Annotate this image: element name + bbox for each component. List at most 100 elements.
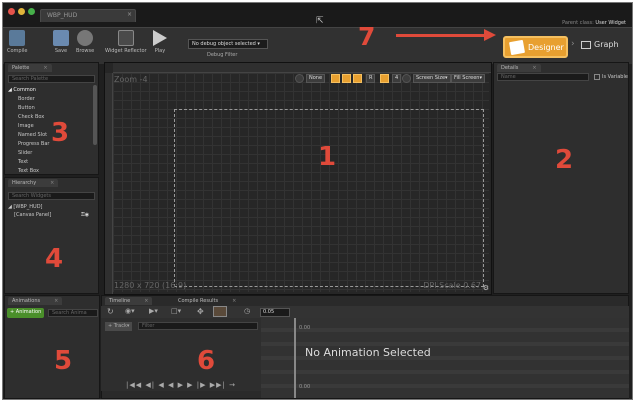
details-panel: Details × Name Is Variable [493,62,629,294]
close-palette-icon[interactable]: × [43,65,47,71]
hierarchy-tab[interactable]: Hierarchy × [8,179,59,187]
globe-icon[interactable] [295,74,304,83]
close-hierarchy-icon[interactable]: × [50,180,54,186]
hierarchy-canvas-panel[interactable]: [Canvas Panel] [14,212,51,218]
details-name-input[interactable]: Name [497,73,589,81]
close-tab-icon[interactable]: × [127,11,132,18]
play-button[interactable]: Play [153,30,167,54]
palette-item[interactable]: Named Slot [18,132,47,138]
browse-icon [77,30,94,46]
browse-button[interactable]: Browse [76,30,94,54]
doc-tab-label: WBP_HUD [47,12,78,19]
snap-icon[interactable] [331,74,340,83]
details-tab[interactable]: Details × [497,64,541,72]
debug-object-select[interactable]: No debug object selected ▾ [188,39,268,49]
settings-gear-icon[interactable]: ⚙ [483,284,489,292]
main-toolbar: Compile Save Browse Widget Reflector Pla… [3,27,632,64]
autokey-icon[interactable] [213,306,227,317]
compile-results-label: Compile Results [178,298,219,304]
callout-arrow [396,34,488,37]
minimize-window-icon[interactable] [18,8,25,15]
designer-canvas[interactable]: Zoom -4 None R 4 Screen Size▾ Fill Scree… [104,62,492,295]
designer-mode-button[interactable]: Designer [503,36,568,58]
add-track-button[interactable]: + Track▾ [105,322,133,331]
add-animation-button[interactable]: + Animation [7,308,45,318]
r-toggle[interactable]: R [366,74,376,83]
widget-reflector-button[interactable]: Widget Reflector [105,30,147,54]
none-toggle[interactable]: None [306,74,326,83]
save-icon [53,30,69,46]
close-details-icon[interactable]: × [532,65,536,71]
close-animations-icon[interactable]: × [54,298,58,304]
graph-mode-button[interactable]: Graph [581,40,619,49]
mode-chevron-icon: › [571,39,575,49]
callout-6: 6 [197,346,216,376]
palette-item[interactable]: Slider [18,150,32,156]
fill-screen-select[interactable]: Fill Screen▾ [451,74,485,83]
palette-item[interactable]: Border [18,96,35,102]
no-animation-message: No Animation Selected [305,346,431,359]
animations-tab[interactable]: Animations × [8,297,63,305]
save-label: Save [54,48,68,54]
designer-icon [508,39,526,56]
hierarchy-root[interactable]: ◢ [WBP_HUD] [8,204,43,210]
palette-tab[interactable]: Palette × [8,64,52,72]
compile-icon [9,30,26,46]
timeline-start-label: 0.00 [299,325,311,331]
palette-item[interactable]: Text Box [18,168,39,174]
move-icon[interactable] [402,74,411,83]
compile-button[interactable]: Compile [7,30,27,54]
key-icon[interactable]: ◉▾ [125,307,135,315]
is-variable-checkbox[interactable] [594,74,600,80]
callout-5: 5 [54,346,73,376]
callout-7: 7 [358,22,376,51]
graph-label: Graph [594,40,619,49]
palette-scrollbar[interactable] [93,85,97,145]
transform-icon[interactable]: ✥ [197,307,204,316]
play-label: Play [154,48,166,54]
parent-class: Parent class: User Widget [562,20,626,26]
title-bar: WBP_HUD × ⇱ Parent class: User Widget [3,3,632,27]
snap-rotation-icon[interactable] [353,74,362,83]
parent-class-value[interactable]: User Widget [595,20,626,26]
hierarchy-search-input[interactable]: Search Widgets [8,192,95,200]
grid-size-select[interactable]: 4 [392,74,402,83]
widget-reflector-icon [117,30,134,46]
animation-search-input[interactable]: Search Anima [48,309,98,317]
palette-search-input[interactable]: Search Palette [8,75,95,83]
maximize-window-icon[interactable] [28,8,35,15]
palette-item[interactable]: Image [18,123,34,129]
close-timeline-icon[interactable]: × [144,298,148,304]
time-snap-select[interactable]: 0.05 [260,308,290,317]
snap-grid-icon[interactable] [342,74,351,83]
left-ruler [105,73,113,294]
hierarchy-panel: Hierarchy × Search Widgets ◢ [WBP_HUD] [C… [4,177,99,294]
refresh-icon[interactable]: ↻ [107,307,114,316]
timeline-end-label: 0.00 [299,384,311,390]
palette-item[interactable]: Text [18,159,28,165]
compile-results-tab[interactable]: Compile Results × [174,297,241,305]
close-compile-results-icon[interactable]: × [232,298,236,304]
play-options-icon[interactable]: ▶▾ [149,307,158,315]
visibility-icon[interactable]: ⚿◉ [81,212,89,218]
track-filter-input[interactable]: Filter [138,322,258,330]
close-window-icon[interactable] [8,8,15,15]
transport-controls[interactable]: |◀◀ ◀| ◀ ◀ ▶ ▶ |▶ ▶▶| → [101,380,261,391]
snap-options-icon[interactable]: □▾ [171,307,181,315]
debug-filter-label: Debug Filter [207,52,238,58]
canvas-resolution: 1280 x 720 (16:9) [114,281,187,290]
palette-item[interactable]: Check Box [18,114,44,120]
time-icon[interactable]: ◷ [244,307,250,315]
compile-label: Compile [7,48,28,54]
palette-item[interactable]: Progress Bar [18,141,49,147]
palette-group-common[interactable]: ◢ Common [8,87,36,93]
document-tab[interactable]: WBP_HUD × [40,9,136,22]
playhead[interactable] [294,318,296,398]
mouse-cursor-icon: ⇱ [316,16,324,26]
palette-item[interactable]: Button [18,105,35,111]
save-button[interactable]: Save [53,30,69,54]
grid-snap-icon[interactable] [380,74,389,83]
timeline-tab[interactable]: Timeline × [105,297,153,305]
widget-reflector-label: Widget Reflector [105,48,147,54]
screen-size-select[interactable]: Screen Size▾ [413,74,451,83]
